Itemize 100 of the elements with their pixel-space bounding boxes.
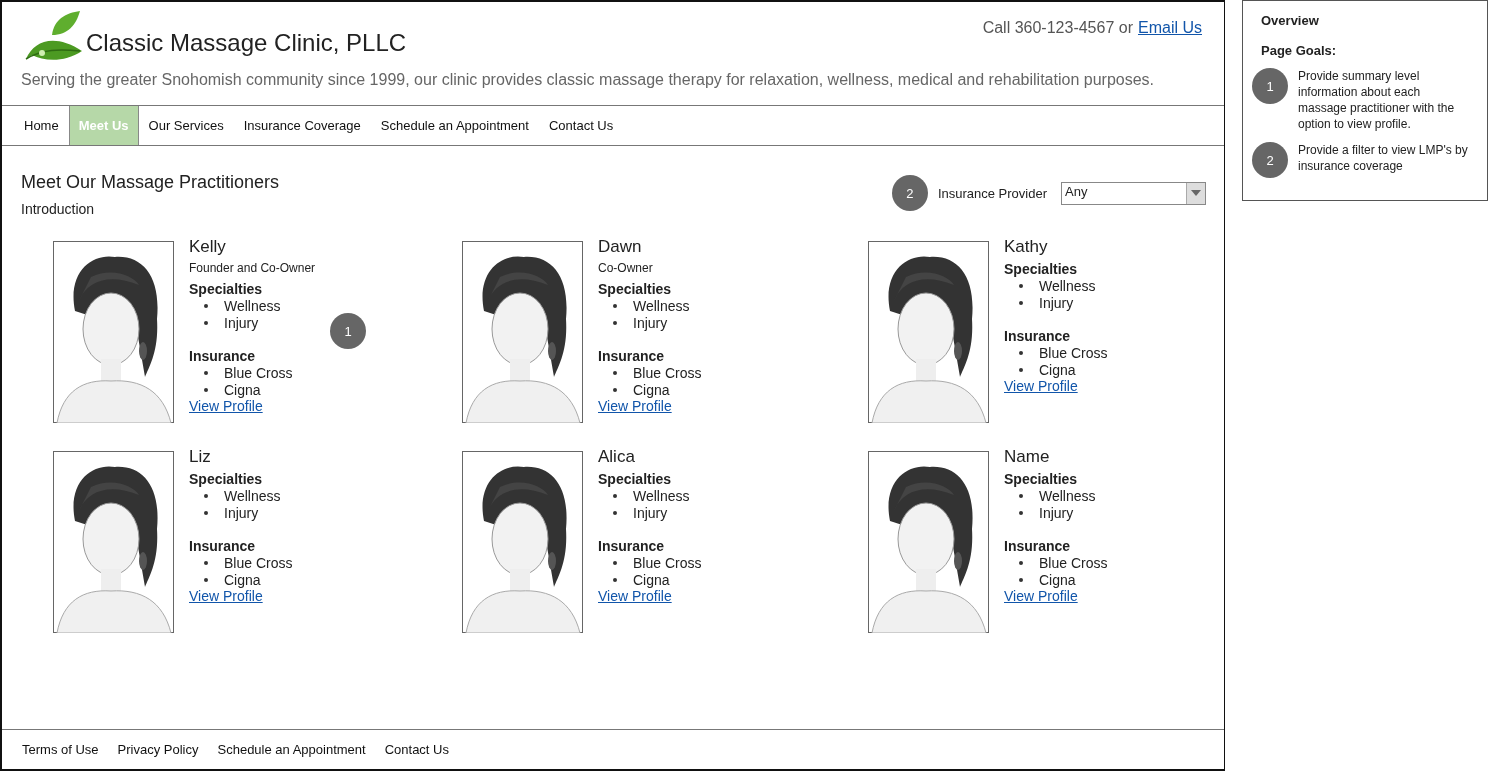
practitioner-name: Alica	[598, 447, 636, 467]
page-heading: Meet Our Massage Practitioners	[21, 172, 280, 193]
tagline: Serving the greater Snohomish community since 1999, our clinic provides classic massage therapy for relaxation, wellness, medical and rehabilitation purposes.	[20, 70, 1155, 90]
insurance-item: Cigna	[224, 571, 261, 588]
section-label: Specialties	[189, 471, 264, 487]
bullet-icon	[1019, 560, 1023, 565]
section-label: Specialties	[598, 471, 673, 487]
dropdown-caret-icon	[1191, 190, 1201, 196]
view-profile-link[interactable]: View Profile	[1004, 588, 1078, 604]
insurance-item: Cigna	[1039, 361, 1076, 378]
bullet-icon	[1019, 283, 1023, 288]
insurance-item: Cigna	[633, 571, 670, 588]
footer-link[interactable]: Schedule an Appointment	[217, 742, 366, 757]
section-label: Insurance	[598, 538, 666, 554]
view-profile-link[interactable]: View Profile	[189, 588, 263, 604]
practitioner-role: Founder and Co-Owner	[189, 261, 316, 275]
section-label: Insurance	[1004, 538, 1072, 554]
annotation-marker: 1	[1252, 68, 1288, 104]
nav-tab[interactable]: Home	[14, 106, 69, 145]
practitioner-role: Co-Owner	[598, 261, 654, 275]
insurance-item: Blue Cross	[224, 554, 293, 571]
specialty-item: Wellness	[1039, 277, 1096, 294]
bullet-icon	[613, 303, 617, 308]
section-label: Insurance	[189, 538, 257, 554]
nav-tab[interactable]: Contact Us	[538, 106, 624, 145]
email-link[interactable]: Email Us	[1138, 19, 1202, 61]
goal-text: Provide summary level information about each massage practitioner with the option to view profile.	[1298, 68, 1456, 132]
insurance-item: Blue Cross	[224, 364, 293, 381]
bullet-icon	[204, 320, 208, 325]
footer-link[interactable]: Contact Us	[384, 742, 449, 757]
insurance-dropdown[interactable]: Any	[1061, 181, 1206, 205]
section-label: Specialties	[598, 281, 673, 297]
bullet-icon	[1019, 300, 1023, 305]
specialty-item: Injury	[1039, 294, 1074, 311]
specialty-item: Wellness	[224, 487, 281, 504]
practitioner-name: Dawn	[598, 237, 643, 257]
annotation-marker: 2	[891, 175, 928, 211]
section-label: Specialties	[1004, 261, 1079, 277]
bullet-icon	[204, 303, 208, 308]
footer-link[interactable]: Privacy Policy	[117, 742, 199, 757]
annotation-marker: 1	[330, 313, 366, 349]
bullet-icon	[1019, 510, 1023, 515]
specialty-item: Injury	[633, 314, 668, 331]
practitioner-name: Liz	[189, 447, 212, 467]
view-profile-link[interactable]: View Profile	[189, 398, 263, 414]
nav-tab[interactable]: Schedule an Appointment	[370, 106, 539, 145]
site-title: Classic Massage Clinic, PLLC	[86, 29, 407, 57]
practitioner-name: Name	[1004, 447, 1051, 467]
view-profile-link[interactable]: View Profile	[598, 588, 672, 604]
section-label: Insurance	[598, 348, 666, 364]
bullet-icon	[204, 510, 208, 515]
panel-title: Overview	[1261, 13, 1320, 28]
bullet-icon	[613, 560, 617, 565]
goal-text: Provide a filter to view LMP's by insurance coverage	[1298, 142, 1469, 174]
specialty-item: Injury	[224, 504, 259, 521]
specialty-item: Injury	[633, 504, 668, 521]
filter-label: Insurance Provider	[937, 185, 1047, 201]
annotation-marker: 2	[1252, 142, 1288, 178]
practitioner-name: Kathy	[1004, 237, 1049, 257]
footer-link[interactable]: Terms of Use	[22, 742, 99, 757]
bullet-icon	[613, 320, 617, 325]
specialty-item: Wellness	[224, 297, 281, 314]
bullet-icon	[613, 577, 617, 582]
bullet-icon	[613, 510, 617, 515]
bullet-icon	[204, 493, 208, 498]
leaf-logo-icon	[24, 11, 84, 61]
contact-text: Call 360-123-4567 or	[982, 19, 1133, 38]
panel-subtitle: Page Goals:	[1261, 43, 1338, 58]
bullet-icon	[613, 387, 617, 392]
bullet-icon	[1019, 493, 1023, 498]
bullet-icon	[613, 370, 617, 375]
insurance-item: Blue Cross	[633, 554, 702, 571]
insurance-item: Cigna	[1039, 571, 1076, 588]
nav-tab[interactable]: Insurance Coverage	[233, 106, 371, 145]
bullet-icon	[1019, 367, 1023, 372]
view-profile-link[interactable]: View Profile	[598, 398, 672, 414]
section-label: Insurance	[189, 348, 257, 364]
bullet-icon	[613, 493, 617, 498]
section-label: Specialties	[189, 281, 264, 297]
specialty-item: Injury	[224, 314, 259, 331]
insurance-item: Blue Cross	[1039, 344, 1108, 361]
insurance-item: Blue Cross	[633, 364, 702, 381]
bullet-icon	[204, 577, 208, 582]
specialty-item: Injury	[1039, 504, 1074, 521]
practitioner-name: Kelly	[189, 237, 227, 257]
insurance-item: Blue Cross	[1039, 554, 1108, 571]
bullet-icon	[204, 560, 208, 565]
intro-text: Introduction	[21, 201, 96, 217]
bullet-icon	[1019, 577, 1023, 582]
bullet-icon	[204, 370, 208, 375]
bullet-icon	[1019, 350, 1023, 355]
section-label: Insurance	[1004, 328, 1072, 344]
specialty-item: Wellness	[1039, 487, 1096, 504]
section-label: Specialties	[1004, 471, 1079, 487]
specialty-item: Wellness	[633, 297, 690, 314]
bullet-icon	[204, 387, 208, 392]
specialty-item: Wellness	[633, 487, 690, 504]
view-profile-link[interactable]: View Profile	[1004, 378, 1078, 394]
nav-tab[interactable]: Our Services	[138, 106, 234, 145]
insurance-item: Cigna	[224, 381, 261, 398]
